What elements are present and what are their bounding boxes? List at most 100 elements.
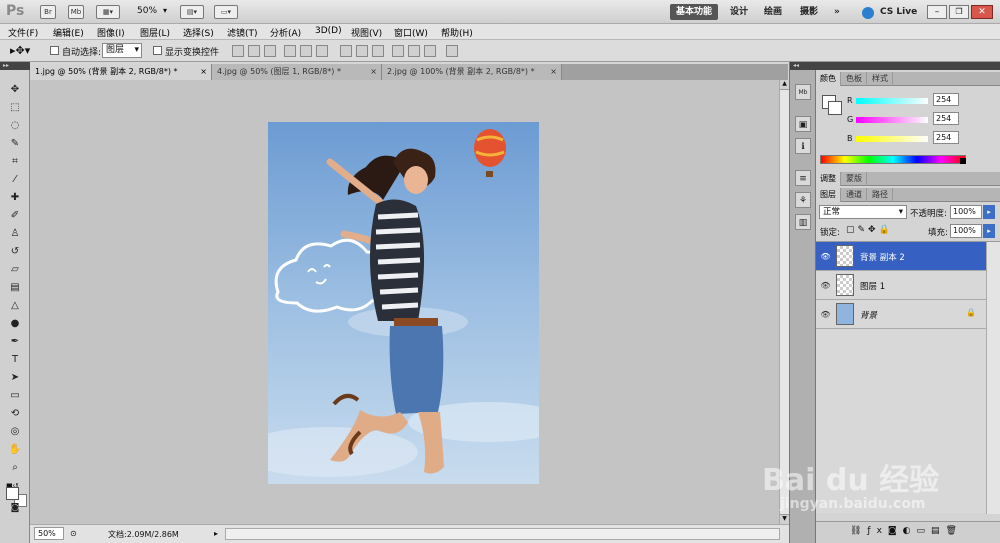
tab-channels[interactable]: 通道 xyxy=(842,188,867,202)
distribute-top-icon[interactable] xyxy=(340,45,352,57)
tab-styles[interactable]: 样式 xyxy=(868,72,893,86)
workspace-essentials[interactable]: 基本功能 xyxy=(670,4,719,20)
arrange-documents-button[interactable]: ▤▾ xyxy=(180,5,204,19)
menu-edit[interactable]: 编辑(E) xyxy=(53,26,84,39)
distribute-vcenter-icon[interactable] xyxy=(356,45,368,57)
lasso-tool-icon[interactable]: ◌ xyxy=(7,118,23,134)
eye-icon[interactable]: 👁 xyxy=(820,251,831,262)
align-hcenter-icon[interactable] xyxy=(300,45,312,57)
clone-stamp-tool-icon[interactable]: ♙ xyxy=(7,226,23,242)
g-value-field[interactable]: 254 xyxy=(933,112,959,125)
distribute-right-icon[interactable] xyxy=(424,45,436,57)
layers-scrollbar[interactable] xyxy=(986,242,1000,514)
color-spectrum-ramp[interactable] xyxy=(820,155,966,164)
screen-mode-button[interactable]: ▭▾ xyxy=(214,5,238,19)
status-menu-arrow-icon[interactable]: ▸ xyxy=(214,529,218,538)
clone-source-icon[interactable]: ⚘ xyxy=(795,192,811,208)
scroll-up-icon[interactable]: ▲ xyxy=(780,80,789,90)
align-left-icon[interactable] xyxy=(284,45,296,57)
layer-row[interactable]: 👁 背景 副本 2 xyxy=(816,242,986,271)
auto-align-icon[interactable] xyxy=(446,45,458,57)
brush-tool-icon[interactable]: ✐ xyxy=(7,208,23,224)
menu-select[interactable]: 选择(S) xyxy=(183,26,214,39)
cs-live-button[interactable]: CS Live xyxy=(874,4,923,20)
zoom-level-dropdown[interactable]: 50% xyxy=(137,6,157,16)
tab-document-1[interactable]: 1.jpg @ 50% (背景 副本 2, RGB/8*) * × xyxy=(30,64,212,80)
eye-icon[interactable]: 👁 xyxy=(820,280,831,291)
eyedropper-tool-icon[interactable]: ⁄ xyxy=(7,172,23,188)
3d-rotate-tool-icon[interactable]: ⟲ xyxy=(7,406,23,422)
align-vcenter-icon[interactable] xyxy=(248,45,260,57)
horizontal-scrollbar[interactable] xyxy=(225,528,780,540)
panel-header[interactable] xyxy=(816,62,1000,70)
align-top-icon[interactable] xyxy=(232,45,244,57)
info-panel-icon[interactable]: ℹ xyxy=(795,138,811,154)
mini-bridge-button[interactable]: Mb xyxy=(68,5,84,19)
pen-tool-icon[interactable]: ✒ xyxy=(7,334,23,350)
show-transform-checkbox[interactable] xyxy=(153,46,162,55)
crop-tool-icon[interactable]: ⌗ xyxy=(7,154,23,170)
navigator-panel-icon[interactable]: ▣ xyxy=(795,116,811,132)
quick-mask-icon[interactable]: ◙ xyxy=(7,500,23,516)
hand-tool-icon[interactable]: ✋ xyxy=(7,442,23,458)
shape-tool-icon[interactable]: ▭ xyxy=(7,388,23,404)
color-panel-background-swatch[interactable] xyxy=(828,101,842,115)
tab-masks[interactable]: 蒙版 xyxy=(842,172,867,186)
b-value-field[interactable]: 254 xyxy=(933,131,959,144)
workspace-painting[interactable]: 绘画 xyxy=(758,4,788,20)
menu-filter[interactable]: 滤镜(T) xyxy=(227,26,258,39)
fill-field[interactable]: 100% xyxy=(950,224,982,238)
align-right-icon[interactable] xyxy=(316,45,328,57)
restore-button[interactable]: ❐ xyxy=(949,5,969,19)
lock-options-icons[interactable]: ▢✎✥🔒 xyxy=(846,225,893,235)
close-tab-icon[interactable]: × xyxy=(550,64,557,80)
fill-slider-arrow-icon[interactable]: ▸ xyxy=(983,224,995,238)
menu-analysis[interactable]: 分析(A) xyxy=(270,26,301,39)
close-tab-icon[interactable]: × xyxy=(370,64,377,80)
foreground-color-swatch[interactable] xyxy=(6,487,19,500)
quick-select-tool-icon[interactable]: ✎ xyxy=(7,136,23,152)
eraser-tool-icon[interactable]: ▱ xyxy=(7,262,23,278)
move-tool-icon[interactable]: ✥ xyxy=(7,82,23,98)
eye-icon[interactable]: 👁 xyxy=(820,309,831,320)
menu-layer[interactable]: 图层(L) xyxy=(140,26,170,39)
menu-file[interactable]: 文件(F) xyxy=(8,26,38,39)
tab-document-2[interactable]: 2.jpg @ 100% (背景 副本 2, RGB/8*) * × xyxy=(382,64,562,80)
ramp-black-swatch[interactable] xyxy=(960,158,966,164)
healing-brush-tool-icon[interactable]: ✚ xyxy=(7,190,23,206)
opacity-field[interactable]: 100% xyxy=(950,205,982,219)
auto-select-dropdown[interactable]: 图层 ▾ xyxy=(102,43,142,58)
r-value-field[interactable]: 254 xyxy=(933,93,959,106)
type-tool-icon[interactable]: T xyxy=(7,352,23,368)
zoom-tool-icon[interactable]: ⌕ xyxy=(7,460,23,476)
history-brush-tool-icon[interactable]: ↺ xyxy=(7,244,23,260)
close-tab-icon[interactable]: × xyxy=(200,64,207,80)
workspace-design[interactable]: 设计 xyxy=(724,4,754,20)
auto-select-checkbox[interactable] xyxy=(50,46,59,55)
tab-document-4[interactable]: 4.jpg @ 50% (图层 1, RGB/8*) * × xyxy=(212,64,382,80)
tab-layers[interactable]: 图层 xyxy=(816,188,841,202)
b-slider[interactable] xyxy=(856,136,928,142)
menu-window[interactable]: 窗口(W) xyxy=(394,26,428,39)
layer-row[interactable]: 👁 图层 1 xyxy=(816,271,986,300)
more-workspaces-button[interactable]: » xyxy=(828,4,846,20)
menu-image[interactable]: 图像(I) xyxy=(97,26,125,39)
scroll-down-icon[interactable]: ▼ xyxy=(780,514,789,524)
layer-actions-icons[interactable]: ⛓ƒx◙◐▭▤🗑 xyxy=(850,526,963,536)
menu-3d[interactable]: 3D(D) xyxy=(315,26,342,36)
brush-presets-icon[interactable]: ≡ xyxy=(795,170,811,186)
path-selection-tool-icon[interactable]: ➤ xyxy=(7,370,23,386)
move-tool-preset-icon[interactable]: ▸✥▾ xyxy=(10,44,30,57)
minimize-button[interactable]: – xyxy=(927,5,947,19)
align-bottom-icon[interactable] xyxy=(264,45,276,57)
tab-swatches[interactable]: 色板 xyxy=(842,72,867,86)
dodge-tool-icon[interactable]: ● xyxy=(7,316,23,332)
menu-view[interactable]: 视图(V) xyxy=(351,26,382,39)
dock-header[interactable]: ◂◂ xyxy=(790,62,817,70)
marquee-tool-icon[interactable]: ⬚ xyxy=(7,100,23,116)
document-canvas-image[interactable] xyxy=(268,122,539,484)
blend-mode-dropdown[interactable]: 正常 ▾ xyxy=(819,205,907,219)
gradient-tool-icon[interactable]: ▤ xyxy=(7,280,23,296)
chevron-down-icon[interactable]: ▾ xyxy=(163,6,167,15)
g-slider[interactable] xyxy=(856,117,928,123)
